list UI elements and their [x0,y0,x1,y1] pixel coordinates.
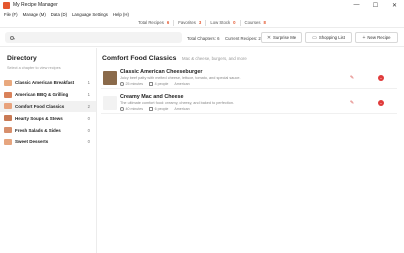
recipe-name: Classic American Cheeseburger [120,69,203,75]
chapter-title: Comfort Food Classics [102,55,177,62]
recipe-description: Juicy beef patty with melted cheese, let… [120,76,241,80]
chapter-item-comfort-food-classics[interactable]: Comfort Food Classics 2 [0,100,96,113]
stat-label: Low Stock [210,20,231,25]
surprise-me-button[interactable]: ✕ Surprise Me [261,32,302,43]
recipe-description: The ultimate comfort food: creamy, chees… [120,101,235,105]
recipe-cuisine: American [174,107,190,111]
menu-data[interactable]: Data (D) [51,12,67,17]
chapter-food-icon [4,103,12,110]
divider [205,19,207,26]
recipe-thumbnail [103,96,117,110]
recipe-card[interactable]: Classic American Cheeseburger Juicy beef… [101,67,397,89]
chapter-food-icon [4,115,12,122]
main-content: Comfort Food Classics Mac & cheese, burg… [98,48,404,253]
recipe-meta: 25 minutes 4 people American [120,82,190,86]
minimize-button[interactable]: — [347,0,366,10]
menu-bar: File (F) Manage (M) Data (D) Language Se… [0,10,404,18]
stat-favorites: Favorites 3 [178,20,201,25]
stat-label: Favorites [178,20,196,25]
shuffle-icon: ✕ [266,34,272,41]
recipe-servings: 4 people [154,82,169,86]
stat-label: Total Recipes [138,20,164,25]
people-icon [149,82,153,86]
chapter-label: American BBQ & Grilling [15,92,69,98]
search-box[interactable] [5,32,182,43]
menu-manage[interactable]: Manage (M) [23,12,46,17]
delete-icon[interactable]: − [378,100,384,106]
clock-icon [120,107,124,111]
stat-value: 6 [166,20,170,25]
chapter-label: Comfort Food Classics [15,103,65,109]
title-bar: My Recipe Manager — ☐ ✕ [0,0,404,10]
menu-language-settings[interactable]: Language Settings [72,12,108,17]
cart-icon: ▭ [312,34,317,41]
stat-value: 0 [233,20,236,25]
search-input[interactable] [17,35,167,40]
window-title: My Recipe Manager [13,2,58,8]
menu-help[interactable]: Help (H) [113,12,129,17]
current-recipes-label: Current Recipes: 2 [225,36,261,41]
search-icon [10,35,14,40]
recipe-time: 40 minutes [125,107,144,111]
surprise-me-label: Surprise Me [273,35,297,40]
chapter-food-icon [4,79,12,86]
recipe-meta: 40 minutes 6 people American [120,107,190,111]
chapter-food-icon [4,138,12,145]
chapter-label: Hearty Soups & Stews [15,115,63,121]
new-recipe-label: New Recipe [367,35,391,40]
chapter-item-sweet-desserts[interactable]: Sweet Desserts 0 [0,136,96,148]
chapter-food-icon [4,127,12,134]
total-chapters-label: Total Chapters: 6 [187,36,220,41]
chapter-count: 2 [87,103,90,109]
recipe-servings: 6 people [154,107,169,111]
recipe-cuisine: American [174,82,190,86]
recipe-card[interactable]: Creamy Mac and Cheese The ultimate comfo… [101,92,397,114]
chapter-list: Classic American Breakfast 1 American BB… [0,77,96,148]
plus-icon: + [362,34,366,41]
stat-low-stock: Low Stock 0 [210,20,235,25]
delete-icon[interactable]: − [378,75,384,81]
close-button[interactable]: ✕ [385,0,404,10]
shopping-list-label: Shopping List [318,35,345,40]
new-recipe-button[interactable]: + New Recipe [355,32,398,43]
chapter-label: Fresh Salads & Sides [15,127,61,133]
chapter-count: 0 [87,115,90,121]
stat-value: 3 [198,20,202,25]
people-icon [149,107,153,111]
stat-courses: Courses 8 [245,20,266,25]
divider [173,19,175,26]
recipe-time: 25 minutes [125,82,144,86]
chapter-count: 0 [87,139,90,145]
menu-file[interactable]: File (F) [4,12,18,17]
chapter-item-hearty-soups-stews[interactable]: Hearty Soups & Stews 0 [0,112,96,124]
chapter-food-icon [4,91,12,98]
recipe-thumbnail [103,71,117,85]
recipe-name: Creamy Mac and Cheese [120,94,184,100]
directory-title: Directory [7,55,37,62]
shopping-list-button[interactable]: ▭ Shopping List [305,32,352,43]
chapter-item-fresh-salads-sides[interactable]: Fresh Salads & Sides 0 [0,124,96,136]
stat-total-recipes: Total Recipes 6 [138,20,169,25]
stat-label: Courses [244,20,261,25]
chapter-count: 1 [87,80,90,86]
directory-sidebar: Directory Select a chapter to view recip… [0,48,97,253]
chapter-count: 1 [87,92,90,98]
chapter-item-classic-american-breakfast[interactable]: Classic American Breakfast 1 [0,77,96,89]
chapter-item-american-bbq-grilling[interactable]: American BBQ & Grilling 1 [0,89,96,101]
stats-bar: Total Recipes 6 Favorites 3 Low Stock 0 … [0,18,404,28]
edit-pencil-icon[interactable]: ✎ [349,75,355,81]
directory-subtitle: Select a chapter to view recipes [7,66,61,70]
toolbar: Total Chapters: 6 Current Recipes: 2 ✕ S… [0,29,404,47]
clock-icon [120,82,124,86]
window-controls: — ☐ ✕ [347,0,404,10]
app-logo-icon [3,1,10,9]
stat-value: 8 [263,20,266,25]
chapter-count: 0 [87,127,90,133]
maximize-button[interactable]: ☐ [366,0,385,10]
chapter-label: Sweet Desserts [15,139,49,145]
divider [239,19,241,26]
chapter-subtitle: Mac & cheese, burgers, and more [182,56,247,61]
edit-pencil-icon[interactable]: ✎ [349,100,355,106]
chapter-label: Classic American Breakfast [15,80,75,86]
